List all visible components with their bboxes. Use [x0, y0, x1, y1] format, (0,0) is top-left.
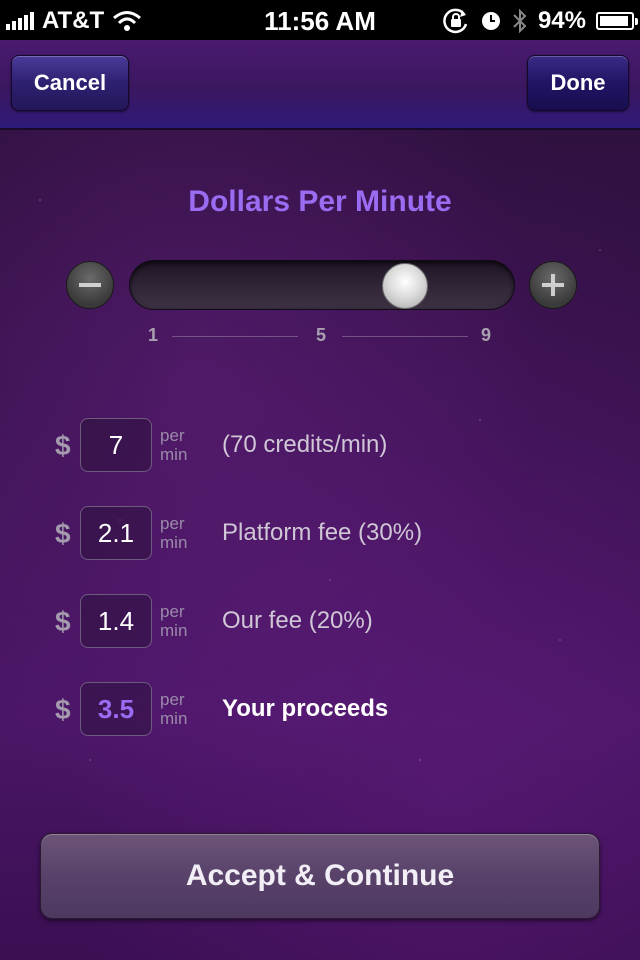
tick-divider: [172, 336, 298, 337]
unit-per: per: [160, 602, 185, 621]
unit-per: per: [160, 690, 185, 709]
unit-per: per: [160, 426, 185, 445]
status-bar: AT&T 11:56 AM 94%: [0, 0, 640, 40]
battery-percent: 94%: [537, 7, 586, 34]
slider-tick-min: 1: [148, 325, 159, 345]
bluetooth-icon: [513, 8, 527, 34]
row-proceeds: $ 3.5 per min Your proceeds: [0, 682, 640, 738]
unit-per: per: [160, 514, 185, 533]
done-button[interactable]: Done: [527, 55, 629, 111]
minus-icon: [79, 283, 101, 287]
currency-symbol: $: [55, 430, 71, 461]
proceeds-description: Your proceeds: [222, 695, 389, 722]
navigation-bar: Cancel Done: [0, 40, 640, 130]
row-price: $ 7 per min (70 credits/min): [0, 418, 640, 474]
page-title: Dollars Per Minute: [188, 185, 452, 218]
unit-label: per min: [160, 426, 187, 464]
price-slider-thumb[interactable]: [381, 263, 428, 309]
decrement-button[interactable]: [66, 261, 114, 309]
increment-button[interactable]: [529, 261, 577, 309]
cancel-button[interactable]: Cancel: [11, 55, 129, 111]
unit-label: per min: [160, 602, 187, 640]
unit-min: min: [160, 621, 188, 640]
platform-fee-field: 2.1: [80, 506, 152, 560]
accept-continue-button[interactable]: Accept & Continue: [40, 833, 600, 919]
proceeds-field: 3.5: [80, 682, 152, 736]
tick-divider: [342, 336, 468, 337]
currency-symbol: $: [55, 694, 71, 725]
slider-tick-max: 9: [481, 325, 492, 345]
our-fee-field: 1.4: [80, 594, 152, 648]
currency-symbol: $: [55, 518, 71, 549]
platform-fee-description: Platform fee (30%): [222, 519, 423, 546]
battery-icon: [596, 12, 638, 30]
unit-min: min: [160, 533, 188, 552]
plus-icon: [542, 274, 564, 296]
rotation-lock-icon: [443, 8, 468, 34]
unit-label: per min: [160, 690, 187, 728]
currency-symbol: $: [55, 606, 71, 637]
credits-description: (70 credits/min): [222, 431, 388, 458]
starfield-background: [0, 0, 640, 960]
unit-min: min: [160, 709, 188, 728]
our-fee-description: Our fee (20%): [222, 607, 373, 634]
unit-label: per min: [160, 514, 187, 552]
unit-min: min: [160, 445, 188, 464]
price-slider-track[interactable]: [129, 260, 515, 310]
price-field[interactable]: 7: [80, 418, 152, 472]
row-our-fee: $ 1.4 per min Our fee (20%): [0, 594, 640, 650]
slider-tick-mid: 5: [316, 325, 327, 345]
status-right: 94%: [442, 7, 638, 35]
row-platform-fee: $ 2.1 per min Platform fee (30%): [0, 506, 640, 562]
alarm-icon: [481, 12, 500, 30]
